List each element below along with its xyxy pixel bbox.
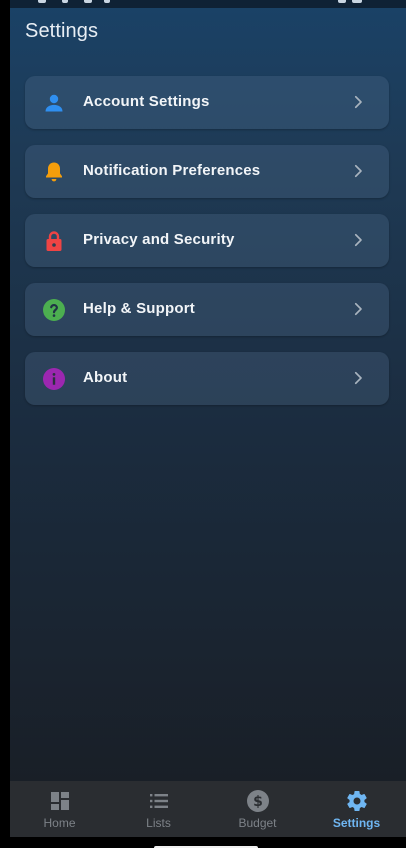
nav-item-lists[interactable]: Lists — [109, 781, 208, 837]
status-icon — [38, 0, 46, 3]
svg-text:$: $ — [253, 794, 263, 810]
menu-item-privacy-security[interactable]: Privacy and Security — [25, 214, 389, 267]
menu-item-label: Account Settings — [83, 93, 210, 110]
nav-label: Home — [43, 816, 76, 830]
nav-item-budget[interactable]: $ Budget — [208, 781, 307, 837]
menu-item-label: About — [83, 369, 128, 386]
menu-item-label: Notification Preferences — [83, 162, 261, 179]
chevron-right-icon — [354, 371, 362, 385]
menu-item-notification-preferences[interactable]: Notification Preferences — [25, 145, 389, 198]
chevron-right-icon — [354, 302, 362, 316]
info-icon — [43, 368, 65, 390]
status-icon — [62, 0, 68, 3]
chevron-right-icon — [354, 233, 362, 247]
chevron-right-icon — [354, 95, 362, 109]
menu-item-account-settings[interactable]: Account Settings — [25, 76, 389, 129]
list-icon — [150, 794, 168, 808]
menu-item-about[interactable]: About — [25, 352, 389, 405]
person-icon — [45, 94, 63, 112]
nav-label: Settings — [332, 816, 381, 830]
status-icon — [84, 0, 92, 3]
bottom-navigation: Home Lists $ Budget Settings — [10, 781, 406, 837]
battery-icon — [352, 0, 362, 3]
settings-page: Settings Account Settings Notification P… — [10, 0, 406, 781]
status-icon — [104, 0, 110, 3]
nav-label: Lists — [146, 816, 171, 830]
chevron-right-icon — [354, 164, 362, 178]
page-title: Settings — [25, 20, 99, 42]
nav-item-settings[interactable]: Settings — [307, 781, 406, 837]
lock-icon — [46, 231, 62, 251]
dollar-circle-icon: $ — [247, 790, 269, 812]
menu-item-help-support[interactable]: Help & Support — [25, 283, 389, 336]
menu-item-label: Privacy and Security — [83, 231, 235, 248]
nav-label: Budget — [238, 816, 277, 830]
app-screen: Settings Account Settings Notification P… — [10, 0, 406, 848]
help-circle-icon — [43, 299, 65, 321]
status-icon — [338, 0, 346, 3]
dashboard-icon — [51, 792, 69, 810]
status-bar — [10, 0, 406, 8]
bell-icon — [46, 162, 62, 182]
gear-icon — [347, 791, 367, 812]
nav-item-home[interactable]: Home — [10, 781, 109, 837]
menu-item-label: Help & Support — [83, 300, 195, 317]
